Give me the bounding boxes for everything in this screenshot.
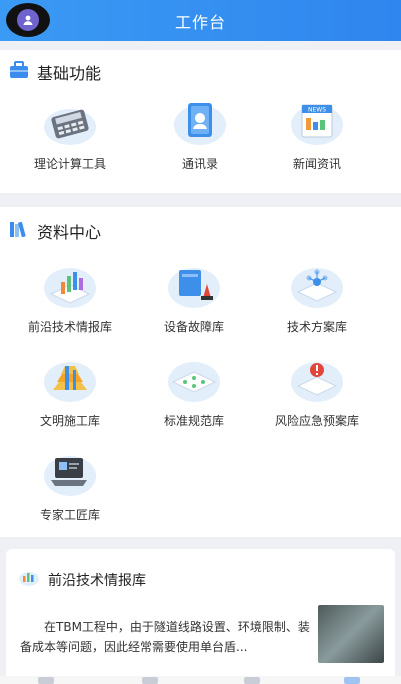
toolbox-icon xyxy=(9,61,29,83)
basic-item-calculator[interactable]: 理论计算工具 xyxy=(3,99,137,172)
card-title: 前沿技术情报库 xyxy=(48,573,146,589)
resource-item-civilized-construction[interactable]: 文明施工库 xyxy=(3,356,137,429)
bar-chart-icon xyxy=(43,262,97,308)
avatar-icon xyxy=(17,9,39,31)
card-header: 前沿技术情报库 xyxy=(18,569,146,591)
resource-item-experts[interactable]: 专家工匠库 xyxy=(3,450,137,523)
article-thumbnail xyxy=(318,605,384,663)
expert-laptop-icon xyxy=(43,450,97,496)
page-title: 工作台 xyxy=(174,12,226,32)
basic-functions-section: 基础功能 理论计算工具 通讯录 NEWS 新闻资讯 xyxy=(0,50,401,193)
resource-item-equipment-fault[interactable]: 设备故障库 xyxy=(127,262,261,335)
calculator-icon xyxy=(43,99,97,145)
bar-chart-icon xyxy=(18,569,40,591)
risk-warning-icon xyxy=(290,356,344,402)
books-icon xyxy=(9,220,29,242)
tech-scheme-icon xyxy=(290,262,344,308)
item-label: 前沿技术情报库 xyxy=(27,320,112,334)
section-header: 资料中心 xyxy=(0,216,401,246)
tab-profile-icon[interactable] xyxy=(344,677,360,684)
basic-item-contacts[interactable]: 通讯录 xyxy=(133,99,267,172)
section-header: 基础功能 xyxy=(0,57,401,87)
article-excerpt: 在TBM工程中，由于隧道线路设置、环境限制、装备成本等问题，因此经常需要使用单台… xyxy=(20,620,310,654)
item-label: 标准规范库 xyxy=(163,414,224,428)
user-avatar[interactable] xyxy=(6,3,50,37)
standards-icon xyxy=(167,356,221,402)
app-header: 工作台 xyxy=(0,0,401,41)
resource-item-standards[interactable]: 标准规范库 xyxy=(127,356,261,429)
tab-message-icon[interactable] xyxy=(142,677,158,684)
item-label: 技术方案库 xyxy=(286,320,347,334)
section-title: 基础功能 xyxy=(37,64,102,83)
item-label: 专家工匠库 xyxy=(39,508,100,522)
item-label: 理论计算工具 xyxy=(33,157,106,171)
equipment-fault-icon xyxy=(167,262,221,308)
resource-item-frontier-tech[interactable]: 前沿技术情报库 xyxy=(3,262,137,335)
news-icon: NEWS xyxy=(290,99,344,145)
contacts-book-icon xyxy=(173,99,227,145)
tab-workbench-icon[interactable] xyxy=(244,677,260,684)
item-label: 新闻资讯 xyxy=(292,157,341,171)
resource-center-section: 资料中心 前沿技术情报库 设备故障库 技术方案库 文明施工库 标准规范库 风险应… xyxy=(0,207,401,537)
item-label: 风险应急预案库 xyxy=(274,414,359,428)
resource-item-tech-scheme[interactable]: 技术方案库 xyxy=(250,262,384,335)
news-badge: NEWS xyxy=(308,107,326,114)
section-title: 资料中心 xyxy=(37,223,102,242)
item-label: 文明施工库 xyxy=(39,414,100,428)
featured-article-card[interactable]: 前沿技术情报库 在TBM工程中，由于隧道线路设置、环境限制、装备成本等问题，因此… xyxy=(6,549,395,684)
bottom-tab-bar xyxy=(0,676,401,684)
item-label: 通讯录 xyxy=(181,157,218,171)
item-label: 设备故障库 xyxy=(163,320,224,334)
basic-item-news[interactable]: NEWS 新闻资讯 xyxy=(250,99,384,172)
tab-home-icon[interactable] xyxy=(38,677,54,684)
resource-item-risk-emergency[interactable]: 风险应急预案库 xyxy=(250,356,384,429)
construction-icon xyxy=(43,356,97,402)
